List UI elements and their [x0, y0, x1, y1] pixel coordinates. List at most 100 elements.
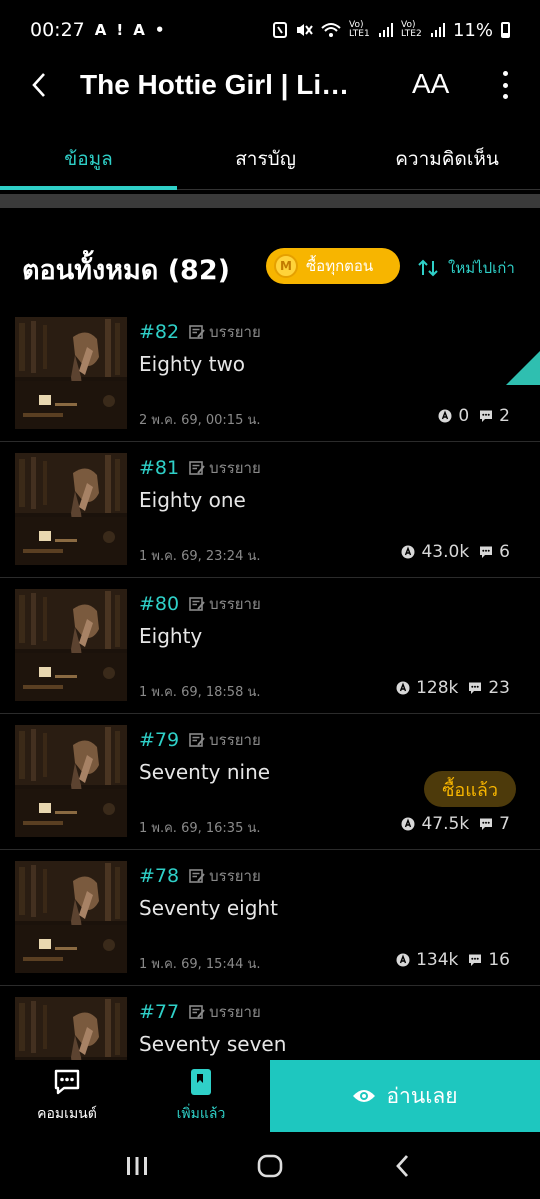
- episode-title: Seventy seven: [139, 1032, 287, 1056]
- views-stat: 47.5k: [401, 814, 469, 834]
- comments-count: 7: [499, 814, 510, 834]
- episode-kind-label: บรรยาย: [209, 731, 261, 749]
- episode-thumbnail: [15, 861, 127, 973]
- episode-kind-label: บรรยาย: [209, 1003, 261, 1021]
- narration-icon: [189, 1005, 205, 1019]
- episodes-count-title: ตอนทั้งหมด (82): [22, 255, 230, 286]
- mute-icon: [296, 24, 313, 36]
- episode-list: #82 บรรยาย Eighty two 2 พ.ค. 69, 00:15 น.…: [0, 306, 540, 1060]
- episode-row[interactable]: #77 บรรยาย Seventy seven: [0, 986, 540, 1060]
- views-count: 0: [458, 406, 470, 426]
- episode-kind-label: บรรยาย: [209, 867, 261, 885]
- more-dot: [502, 82, 508, 88]
- episode-date: 1 พ.ค. 69, 16:35 น.: [139, 821, 261, 836]
- battery-icon: [501, 22, 510, 38]
- episode-title: Seventy nine: [139, 760, 271, 784]
- episode-kind: บรรยาย: [189, 592, 261, 616]
- wifi-icon: [321, 23, 341, 37]
- episode-stats: 134k 16: [396, 950, 510, 970]
- comments-stat: 7: [479, 814, 510, 834]
- alert-icon: !: [116, 21, 124, 39]
- episode-cover-image: [15, 997, 127, 1060]
- back-nav-icon[interactable]: [390, 1153, 416, 1179]
- notification-a-icon: A: [94, 21, 107, 39]
- views-icon: [401, 545, 415, 559]
- narration-icon: [189, 597, 205, 611]
- added-to-library-button[interactable]: เพิ่มแล้ว: [134, 1060, 268, 1132]
- views-icon: [396, 953, 410, 967]
- comment-button[interactable]: คอมเมนต์: [0, 1060, 134, 1132]
- comments-stat: 2: [479, 406, 510, 426]
- views-icon: [401, 817, 415, 831]
- book-icon: [191, 1069, 211, 1095]
- episode-thumbnail: [15, 589, 127, 701]
- episode-kind-label: บรรยาย: [209, 595, 261, 613]
- episodes-header: ตอนทั้งหมด (82) M ซื้อทุกตอน ใหม่ไปเก่า: [0, 246, 540, 290]
- episode-number: #82: [139, 321, 180, 343]
- episode-row[interactable]: #81 บรรยาย Eighty one 1 พ.ค. 69, 23:24 น.…: [0, 442, 540, 578]
- read-now-label: อ่านเลย: [386, 1083, 458, 1108]
- episode-cover-image: [15, 725, 127, 837]
- buy-all-label: ซื้อทุกตอน: [306, 257, 374, 275]
- comments-stat: 23: [468, 678, 510, 698]
- episode-number: #80: [139, 593, 180, 615]
- views-count: 47.5k: [421, 814, 470, 834]
- read-now-button[interactable]: อ่านเลย: [270, 1060, 540, 1132]
- bought-badge: ซื้อแล้ว: [424, 771, 516, 807]
- comments-icon: [480, 546, 493, 558]
- episode-number: #78: [139, 865, 180, 887]
- episode-kind: บรรยาย: [189, 728, 261, 752]
- more-dot: [502, 94, 508, 99]
- views-stat: 134k: [396, 950, 458, 970]
- episode-date: 1 พ.ค. 69, 23:24 น.: [139, 549, 261, 564]
- nfc-icon: [272, 22, 287, 38]
- episode-number-row: #81 บรรยาย: [139, 456, 261, 480]
- episode-kind: บรรยาย: [189, 320, 261, 344]
- section-divider: [0, 194, 540, 208]
- new-episode-marker: [506, 317, 540, 385]
- episode-row[interactable]: #78 บรรยาย Seventy eight 1 พ.ค. 69, 15:44…: [0, 850, 540, 986]
- signal2-icon: [430, 23, 445, 37]
- episode-kind: บรรยาย: [189, 864, 261, 888]
- status-bar: 00:27 A ! A • Vo) LTE1 Vo) LTE2 11%: [0, 0, 540, 60]
- system-nav-bar: [0, 1132, 540, 1199]
- comments-stat: 6: [479, 542, 510, 562]
- narration-icon: [189, 325, 205, 339]
- sort-button[interactable]: ใหม่ไปเก่า: [418, 256, 515, 280]
- home-icon[interactable]: [257, 1153, 283, 1179]
- comments-stat: 16: [468, 950, 510, 970]
- volte2-label: Vo) LTE2: [400, 20, 422, 39]
- back-button[interactable]: [0, 60, 80, 110]
- sort-arrows-icon: [418, 259, 438, 277]
- episode-row[interactable]: #79 บรรยาย Seventy nine 1 พ.ค. 69, 16:35 …: [0, 714, 540, 850]
- more-options-button[interactable]: [495, 68, 515, 102]
- episode-cover-image: [15, 589, 127, 701]
- tab-contents[interactable]: สารบัญ: [177, 128, 354, 189]
- episode-number-row: #82 บรรยาย: [139, 320, 261, 344]
- episode-date: 1 พ.ค. 69, 15:44 น.: [139, 957, 261, 972]
- views-stat: 43.0k: [401, 542, 469, 562]
- coin-icon: M: [274, 254, 298, 278]
- episode-stats: 43.0k 6: [401, 542, 510, 562]
- views-count: 43.0k: [421, 542, 470, 562]
- recent-apps-icon[interactable]: [124, 1153, 150, 1179]
- tab-comments[interactable]: ความคิดเห็น: [354, 128, 540, 189]
- font-size-button[interactable]: AA: [412, 68, 449, 100]
- episode-thumbnail: [15, 725, 127, 837]
- buy-all-button[interactable]: M ซื้อทุกตอน: [266, 248, 400, 284]
- episode-number: #81: [139, 457, 180, 479]
- episode-kind: บรรยาย: [189, 1000, 261, 1024]
- views-count: 128k: [416, 678, 459, 698]
- episode-number-row: #77 บรรยาย: [139, 1000, 261, 1024]
- tab-info[interactable]: ข้อมูล: [0, 128, 178, 190]
- episode-row[interactable]: #82 บรรยาย Eighty two 2 พ.ค. 69, 00:15 น.…: [0, 306, 540, 442]
- tab-bar: ข้อมูล สารบัญ ความคิดเห็น: [0, 128, 540, 190]
- added-label: เพิ่มแล้ว: [176, 1106, 226, 1122]
- episode-title: Eighty one: [139, 488, 246, 512]
- episode-row[interactable]: #80 บรรยาย Eighty 1 พ.ค. 69, 18:58 น. 128…: [0, 578, 540, 714]
- notification-a-icon: A: [133, 21, 145, 39]
- comments-icon: [469, 954, 482, 966]
- views-stat: 128k: [396, 678, 458, 698]
- more-dot: [502, 71, 508, 76]
- episode-title: Seventy eight: [139, 896, 278, 920]
